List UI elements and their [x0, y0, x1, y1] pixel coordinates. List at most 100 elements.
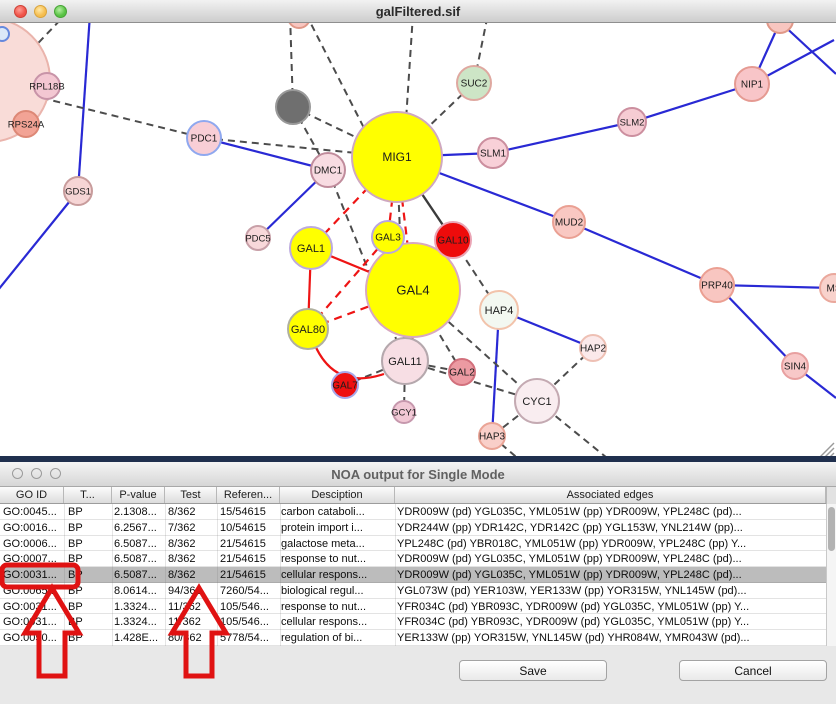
column-header-associatededges[interactable]: Associated edges	[395, 487, 826, 503]
network-node-GDS1[interactable]	[64, 177, 92, 205]
network-node-GAL11[interactable]	[382, 338, 428, 384]
noa-titlebar[interactable]: NOA output for Single Mode	[0, 462, 836, 487]
table-cell: 6.5087...	[114, 552, 157, 566]
close-button[interactable]	[14, 5, 27, 18]
network-node-MIG1[interactable]	[352, 112, 442, 202]
column-header-goid[interactable]: GO ID	[0, 487, 64, 503]
network-node-GAL80[interactable]	[288, 309, 328, 349]
network-node-MS[interactable]	[820, 274, 836, 302]
network-node-MUD2[interactable]	[553, 206, 585, 238]
table-cell: galactose meta...	[281, 537, 365, 551]
table-cell: 105/546...	[220, 615, 269, 629]
network-edge	[569, 222, 717, 285]
table-row[interactable]: GO:0031...BP6.5087...8/36221/54615cellul…	[0, 567, 826, 583]
table-cell: 10/54615	[220, 521, 266, 535]
scrollbar-thumb[interactable]	[828, 507, 835, 551]
network-node-PDC1[interactable]	[187, 121, 221, 155]
table-cell: GO:0007...	[3, 552, 57, 566]
table-row[interactable]: GO:0031...BP1.3324...11/362105/546...cel…	[0, 614, 826, 630]
table-cell: BP	[68, 615, 83, 629]
table-cell: BP	[68, 600, 83, 614]
zoom-button[interactable]	[54, 5, 67, 18]
table-gridline	[280, 504, 281, 646]
table-row[interactable]: GO:0007...BP6.5087...8/36221/54615respon…	[0, 551, 826, 567]
network-node-NIP1[interactable]	[735, 67, 769, 101]
network-node-RPL18B[interactable]	[34, 73, 60, 99]
network-titlebar[interactable]: galFiltered.sif	[0, 0, 836, 23]
save-button[interactable]: Save	[459, 660, 607, 681]
network-edge	[632, 84, 752, 122]
table-cell: carbon cataboli...	[281, 505, 365, 519]
table-cell: YDR009W (pd) YGL035C, YML051W (pp) YDR00…	[397, 552, 742, 566]
window-controls	[14, 5, 67, 18]
table-cell: YDR009W (pd) YGL035C, YML051W (pp) YDR00…	[397, 505, 742, 519]
network-node-PDC5[interactable]	[246, 226, 270, 250]
table-cell: cellular respons...	[281, 615, 367, 629]
table-cell: BP	[68, 521, 83, 535]
network-canvas[interactable]: RPL18BRPS24AGDS1PDC1PDC5DMC1SUC2SLM1SLM2…	[0, 0, 836, 456]
network-node-CYC1[interactable]	[515, 379, 559, 423]
cancel-button[interactable]: Cancel	[679, 660, 827, 681]
table-row[interactable]: GO:0050...BP1.428E...80/3625778/54...reg…	[0, 630, 826, 646]
minimize-button[interactable]	[34, 5, 47, 18]
noa-window-title: NOA output for Single Mode	[331, 467, 505, 482]
table-cell: 8/362	[168, 537, 196, 551]
table-row[interactable]: GO:0006...BP6.5087...8/36221/54615galact…	[0, 536, 826, 552]
network-node-GAL10[interactable]	[435, 222, 471, 258]
table-cell: 1.3324...	[114, 615, 157, 629]
table-cell: 6.2567...	[114, 521, 157, 535]
column-header-referen[interactable]: Referen...	[217, 487, 280, 503]
table-cell: 15/54615	[220, 505, 266, 519]
network-window: RPL18BRPS24AGDS1PDC1PDC5DMC1SUC2SLM1SLM2…	[0, 0, 836, 456]
table-gridline	[217, 504, 218, 646]
network-node-SLM2[interactable]	[618, 108, 646, 136]
table-cell: YFR034C (pd) YBR093C, YDR009W (pd) YGL03…	[397, 615, 749, 629]
network-node-HAP3[interactable]	[479, 423, 505, 449]
network-node-GAL1[interactable]	[290, 227, 332, 269]
table-row[interactable]: GO:0045...BP2.1308...8/36215/54615carbon…	[0, 504, 826, 520]
table-cell: 6.5087...	[114, 568, 157, 582]
network-node-RPS24A[interactable]	[13, 111, 39, 137]
table-cell: 11/362	[168, 615, 201, 629]
column-header-desciption[interactable]: Desciption	[280, 487, 395, 503]
table-gridline	[165, 504, 166, 646]
table-cell: YER133W (pp) YOR315W, YNL145W (pd) YHR08…	[397, 631, 750, 645]
network-node-SLM1[interactable]	[478, 138, 508, 168]
network-node[interactable]	[276, 90, 310, 124]
network-node-SUC2[interactable]	[457, 66, 491, 100]
table-cell: GO:0006...	[3, 537, 57, 551]
network-node-GAL3[interactable]	[372, 221, 404, 253]
results-table: GO:0045...BP2.1308...8/36215/54615carbon…	[0, 504, 826, 646]
table-cell: 5778/54...	[220, 631, 269, 645]
table-cell: BP	[68, 552, 83, 566]
table-gridline	[64, 504, 65, 646]
table-cell: BP	[68, 505, 83, 519]
network-edge	[0, 191, 78, 300]
zoom-button[interactable]	[50, 468, 61, 479]
network-node[interactable]	[0, 27, 9, 41]
network-node-GAL7[interactable]	[332, 372, 358, 398]
network-node-HAP2[interactable]	[580, 335, 606, 361]
network-node-HAP4[interactable]	[480, 291, 518, 329]
table-cell: 80/362	[168, 631, 202, 645]
column-header-test[interactable]: Test	[165, 487, 217, 503]
network-node-GAL2[interactable]	[449, 359, 475, 385]
network-node-PRP40[interactable]	[700, 268, 734, 302]
close-button[interactable]	[12, 468, 23, 479]
table-row[interactable]: GO:0031...BP1.3324...11/362105/546...res…	[0, 599, 826, 615]
vertical-scrollbar[interactable]	[826, 504, 836, 646]
network-node-GCY1[interactable]	[393, 401, 415, 423]
network-node-SIN4[interactable]	[782, 353, 808, 379]
table-row[interactable]: GO:0016...BP6.2567...7/36210/54615protei…	[0, 520, 826, 536]
network-edge	[306, 14, 365, 130]
network-node-DMC1[interactable]	[311, 153, 345, 187]
column-header-t[interactable]: T...	[64, 487, 112, 503]
table-cell: 8/362	[168, 505, 196, 519]
network-edge	[406, 14, 413, 120]
minimize-button[interactable]	[31, 468, 42, 479]
table-cell: protein import i...	[281, 521, 363, 535]
table-cell: 8/362	[168, 568, 196, 582]
column-header-pvalue[interactable]: P-value	[112, 487, 165, 503]
table-cell: 21/54615	[220, 537, 266, 551]
table-row[interactable]: GO:0065...BP8.0614...94/3627260/54...bio…	[0, 583, 826, 599]
